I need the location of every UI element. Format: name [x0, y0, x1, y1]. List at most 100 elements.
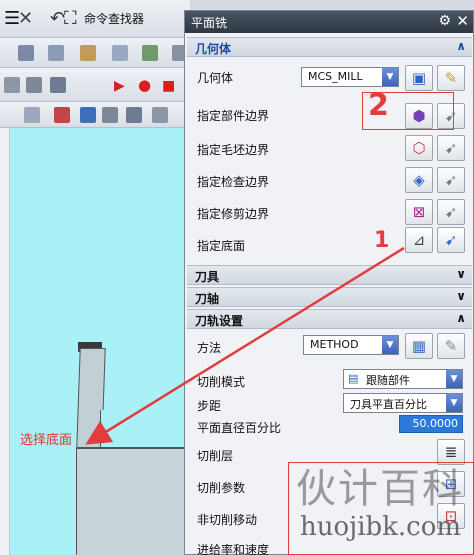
command-finder[interactable]: 命令查找器 — [84, 10, 144, 27]
rotate-icon[interactable] — [102, 107, 118, 123]
section-geometry[interactable]: 几何体 ∧ — [187, 37, 472, 57]
show-blank-boundary-button[interactable]: ➹ — [437, 135, 465, 161]
floor-icon: ⊿ — [412, 231, 426, 249]
watermark-url: huojibk.com — [300, 512, 462, 542]
select-floor-annotation: 选择底面 — [20, 433, 73, 448]
geometry-select[interactable]: MCS_MILL ▼ — [301, 67, 399, 87]
resource-bar[interactable] — [0, 128, 10, 555]
replay-icon[interactable] — [26, 77, 42, 93]
specify-check-boundary-button[interactable]: ◈ — [405, 167, 433, 193]
create-tool-icon[interactable] — [48, 45, 64, 61]
filter-icon[interactable] — [24, 107, 40, 123]
machine-toolbar: ▶ ● ■ — [0, 68, 190, 102]
chevron-down-icon: ▼ — [446, 370, 462, 388]
gear-icon[interactable]: ⚙ — [438, 13, 451, 29]
flashlight-icon: ➹ — [444, 171, 458, 189]
section-path-settings[interactable]: 刀轨设置 ∧ — [187, 309, 472, 329]
part-boundary-label: 指定部件边界 — [197, 109, 270, 123]
operation-toolbar — [0, 38, 190, 68]
cut-params-label: 切削参数 — [197, 481, 246, 495]
wrench-icon: ✎ — [444, 337, 458, 355]
new-geometry-button[interactable]: ▣ — [405, 65, 433, 91]
edit-geometry-button[interactable]: ✎ — [437, 65, 465, 91]
floor-label: 指定底面 — [197, 239, 246, 253]
top-toolbar: ☰ ✕ ↶ ⛶ 命令查找器 — [0, 0, 190, 38]
section-path-settings-label: 刀轨设置 — [195, 314, 244, 328]
create-method-icon[interactable] — [112, 45, 128, 61]
stepover-label: 步距 — [197, 399, 222, 413]
show-trim-boundary-button[interactable]: ➹ — [437, 199, 465, 225]
diameter-pct-label: 平面直径百分比 — [197, 421, 282, 435]
watermark-chinese: 伙计百科 — [296, 466, 464, 512]
create-program-icon[interactable] — [18, 45, 34, 61]
chevron-down-icon: ▼ — [382, 336, 398, 354]
new-method-button[interactable]: ▦ — [405, 333, 433, 359]
chevron-up-icon: ∧ — [456, 311, 466, 325]
pan-icon[interactable] — [126, 107, 142, 123]
method-select-value: METHOD — [310, 338, 359, 351]
method-label: 方法 — [197, 341, 222, 355]
chevron-down-icon: ▼ — [446, 394, 462, 412]
part-floor[interactable] — [76, 448, 186, 555]
blank-boundary-label: 指定毛坯边界 — [197, 143, 270, 157]
snap-icon[interactable] — [54, 107, 70, 123]
dialog-titlebar[interactable]: 平面铣 ⚙ ✕ — [185, 11, 473, 33]
generate-path-icon[interactable] — [4, 77, 20, 93]
check-boundary-icon: ◈ — [413, 171, 425, 189]
section-tool[interactable]: 刀具 ∨ — [187, 265, 472, 285]
chevron-down-icon: ∨ — [456, 289, 466, 303]
show-floor-button[interactable]: ➹ — [437, 227, 465, 253]
dialog-title: 平面铣 — [191, 16, 228, 30]
feeds-speeds-label: 进给率和速度 — [197, 543, 270, 555]
verify-icon[interactable] — [50, 77, 66, 93]
specify-blank-boundary-button[interactable]: ⬡ — [405, 135, 433, 161]
cut-pattern-label: 切削模式 — [197, 375, 246, 389]
cut-levels-label: 切削层 — [197, 449, 234, 463]
edit-method-button[interactable]: ✎ — [437, 333, 465, 359]
step-mark-2: 2 — [368, 88, 389, 123]
section-axis[interactable]: 刀轴 ∨ — [187, 287, 472, 307]
record-icon[interactable]: ● — [138, 76, 151, 94]
select-icon[interactable] — [80, 107, 96, 123]
stop-icon[interactable]: ■ — [162, 77, 175, 95]
flashlight-icon: ➹ — [444, 139, 458, 157]
selection-toolbar — [0, 102, 190, 128]
geometry-select-value: MCS_MILL — [308, 70, 363, 83]
flashlight-icon: ➹ — [444, 203, 458, 221]
undo-icon[interactable]: ↶ — [50, 10, 65, 28]
cut-pattern-select[interactable]: 跟随部件 ▤ ▼ — [343, 369, 463, 389]
geometry-label: 几何体 — [197, 71, 234, 85]
flashlight-icon: ➹ — [444, 231, 458, 249]
trim-boundary-icon: ⊠ — [412, 203, 426, 221]
zoom-icon[interactable] — [152, 107, 168, 123]
diameter-pct-input[interactable]: 50.0000 — [399, 415, 463, 433]
check-boundary-label: 指定检查边界 — [197, 175, 270, 189]
specify-floor-button[interactable]: ⊿ — [405, 227, 433, 253]
chevron-up-icon: ∧ — [456, 39, 466, 53]
chevron-down-icon: ∨ — [456, 267, 466, 281]
trim-boundary-label: 指定修剪边界 — [197, 207, 270, 221]
cut-pattern-value: 跟随部件 — [366, 374, 410, 387]
wrench-icon: ✎ — [444, 69, 458, 87]
chevron-down-icon: ▼ — [382, 68, 398, 86]
new-geometry-icon: ▣ — [411, 69, 427, 87]
stepover-value: 刀具平直百分比 — [350, 398, 427, 411]
close-icon[interactable]: ✕ — [456, 12, 469, 30]
section-geometry-label: 几何体 — [195, 42, 232, 56]
section-tool-label: 刀具 — [195, 270, 220, 284]
binoculars-icon[interactable]: ⛶ — [64, 10, 77, 28]
section-axis-label: 刀轴 — [195, 292, 220, 306]
method-select[interactable]: METHOD ▼ — [303, 335, 399, 355]
create-operation-icon[interactable] — [142, 45, 158, 61]
specify-trim-boundary-button[interactable]: ⊠ — [405, 199, 433, 225]
stepover-select[interactable]: 刀具平直百分比 ▼ — [343, 393, 463, 413]
follow-part-icon: ▤ — [348, 372, 359, 385]
create-geometry-icon[interactable] — [80, 45, 96, 61]
part-slot — [100, 410, 190, 448]
non-cut-moves-label: 非切削移动 — [197, 513, 258, 527]
show-check-boundary-button[interactable]: ➹ — [437, 167, 465, 193]
play-icon[interactable]: ▶ — [114, 77, 125, 95]
new-method-icon: ▦ — [411, 337, 427, 355]
blank-boundary-icon: ⬡ — [412, 139, 426, 157]
close-icon[interactable]: ✕ — [18, 10, 33, 28]
